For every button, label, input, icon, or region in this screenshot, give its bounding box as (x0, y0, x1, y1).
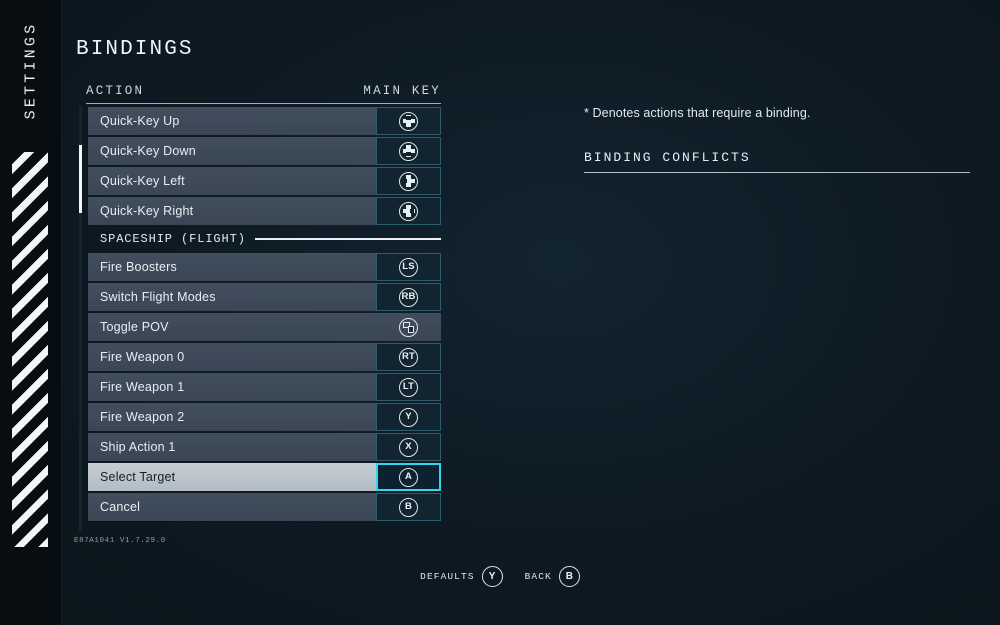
settings-rail: SETTINGS (0, 0, 62, 625)
binding-action-label: Toggle POV (100, 320, 169, 334)
binding-conflicts-heading: BINDING CONFLICTS (584, 150, 751, 165)
footer-action-back[interactable]: BACK B (525, 566, 580, 587)
binding-key-slot[interactable]: LS (376, 253, 441, 281)
binding-key-slot[interactable] (376, 313, 441, 341)
footer-action-label: BACK (524, 571, 552, 582)
binding-action-label: Select Target (100, 470, 176, 484)
binding-key-slot[interactable]: RB (376, 283, 441, 311)
binding-row[interactable]: Cancel B (88, 493, 441, 521)
binding-key-slot[interactable]: B (376, 493, 441, 521)
gamepad-button-x-icon: X (399, 437, 418, 457)
gamepad-button-a-icon: A (399, 467, 418, 487)
binding-action-label: Fire Weapon 0 (100, 350, 185, 364)
binding-key-slot[interactable] (376, 137, 441, 165)
binding-conflicts-divider (584, 172, 970, 173)
binding-row[interactable]: Quick-Key Left (88, 167, 441, 195)
binding-row[interactable]: Quick-Key Up (88, 107, 441, 135)
binding-row[interactable]: Fire Weapon 2 Y (88, 403, 441, 431)
bindings-list: Quick-Key Up Quick-Key Down Quick-Key Left… (88, 107, 441, 523)
binding-key-slot[interactable] (376, 167, 441, 195)
binding-key-slot[interactable]: A (376, 463, 441, 491)
binding-action-label: Quick-Key Up (100, 114, 180, 128)
binding-key-slot[interactable]: Y (376, 403, 441, 431)
binding-row[interactable]: Quick-Key Down (88, 137, 441, 165)
binding-row[interactable]: Select Target A (88, 463, 441, 491)
gamepad-button-y-icon: Y (481, 566, 503, 587)
gamepad-button-b-icon: B (399, 497, 418, 517)
bindings-section-header: SPACESHIP (FLIGHT) (88, 228, 441, 250)
diagonal-stripe-decoration (12, 152, 48, 547)
binding-action-label: Quick-Key Right (100, 204, 194, 218)
dpad-left-icon (399, 171, 418, 191)
dpad-right-icon (399, 201, 418, 221)
binding-key-slot[interactable] (376, 107, 441, 135)
binding-action-label: Fire Weapon 1 (100, 380, 185, 394)
binding-action-label: Switch Flight Modes (100, 290, 216, 304)
footer-actions: DEFAULTS Y BACK B (0, 566, 1000, 587)
gamepad-button-rb-icon: RB (399, 287, 418, 307)
section-divider-line (254, 238, 441, 240)
dpad-up-icon (399, 111, 418, 131)
binding-row[interactable]: Switch Flight Modes RB (88, 283, 441, 311)
binding-key-slot[interactable]: LT (376, 373, 441, 401)
binding-row[interactable]: Toggle POV (88, 313, 441, 341)
binding-action-label: Quick-Key Left (100, 174, 185, 188)
gamepad-button-rt-icon: RT (399, 347, 418, 367)
column-header-divider (86, 103, 441, 104)
binding-action-label: Cancel (100, 500, 141, 514)
binding-key-slot[interactable]: RT (376, 343, 441, 371)
settings-rail-title: SETTINGS (22, 21, 40, 120)
column-header-action: ACTION (86, 84, 145, 98)
binding-action-label: Ship Action 1 (100, 440, 176, 454)
binding-row[interactable]: Fire Weapon 0 RT (88, 343, 441, 371)
binding-row[interactable]: Fire Boosters LS (88, 253, 441, 281)
gamepad-button-lt-icon: LT (399, 377, 418, 397)
gamepad-button-ls-icon: LS (399, 257, 418, 277)
section-title: SPACESHIP (FLIGHT) (100, 232, 246, 246)
bindings-scrollbar-thumb[interactable] (79, 145, 82, 213)
gamepad-button-b-icon: B (558, 566, 580, 587)
build-version-label: E87A1041 V1.7.29.0 (74, 537, 166, 545)
binding-action-label: Fire Boosters (100, 260, 177, 274)
footer-action-defaults[interactable]: DEFAULTS Y (420, 566, 503, 587)
binding-key-slot[interactable]: X (376, 433, 441, 461)
binding-row[interactable]: Ship Action 1 X (88, 433, 441, 461)
footer-action-label: DEFAULTS (420, 571, 475, 582)
page-title: BINDINGS (76, 38, 194, 61)
dpad-down-icon (399, 141, 418, 161)
info-panel: * Denotes actions that require a binding… (584, 106, 970, 173)
column-header-main-key: MAIN KEY (363, 84, 441, 98)
binding-action-label: Quick-Key Down (100, 144, 196, 158)
binding-row[interactable]: Fire Weapon 1 LT (88, 373, 441, 401)
binding-requirement-note: * Denotes actions that require a binding… (584, 106, 811, 120)
binding-row[interactable]: Quick-Key Right (88, 197, 441, 225)
binding-action-label: Fire Weapon 2 (100, 410, 185, 424)
list-column-headers: ACTION MAIN KEY (86, 84, 441, 104)
toggle-pov-icon (399, 317, 418, 337)
gamepad-button-y-icon: Y (399, 407, 418, 427)
binding-key-slot[interactable] (376, 197, 441, 225)
